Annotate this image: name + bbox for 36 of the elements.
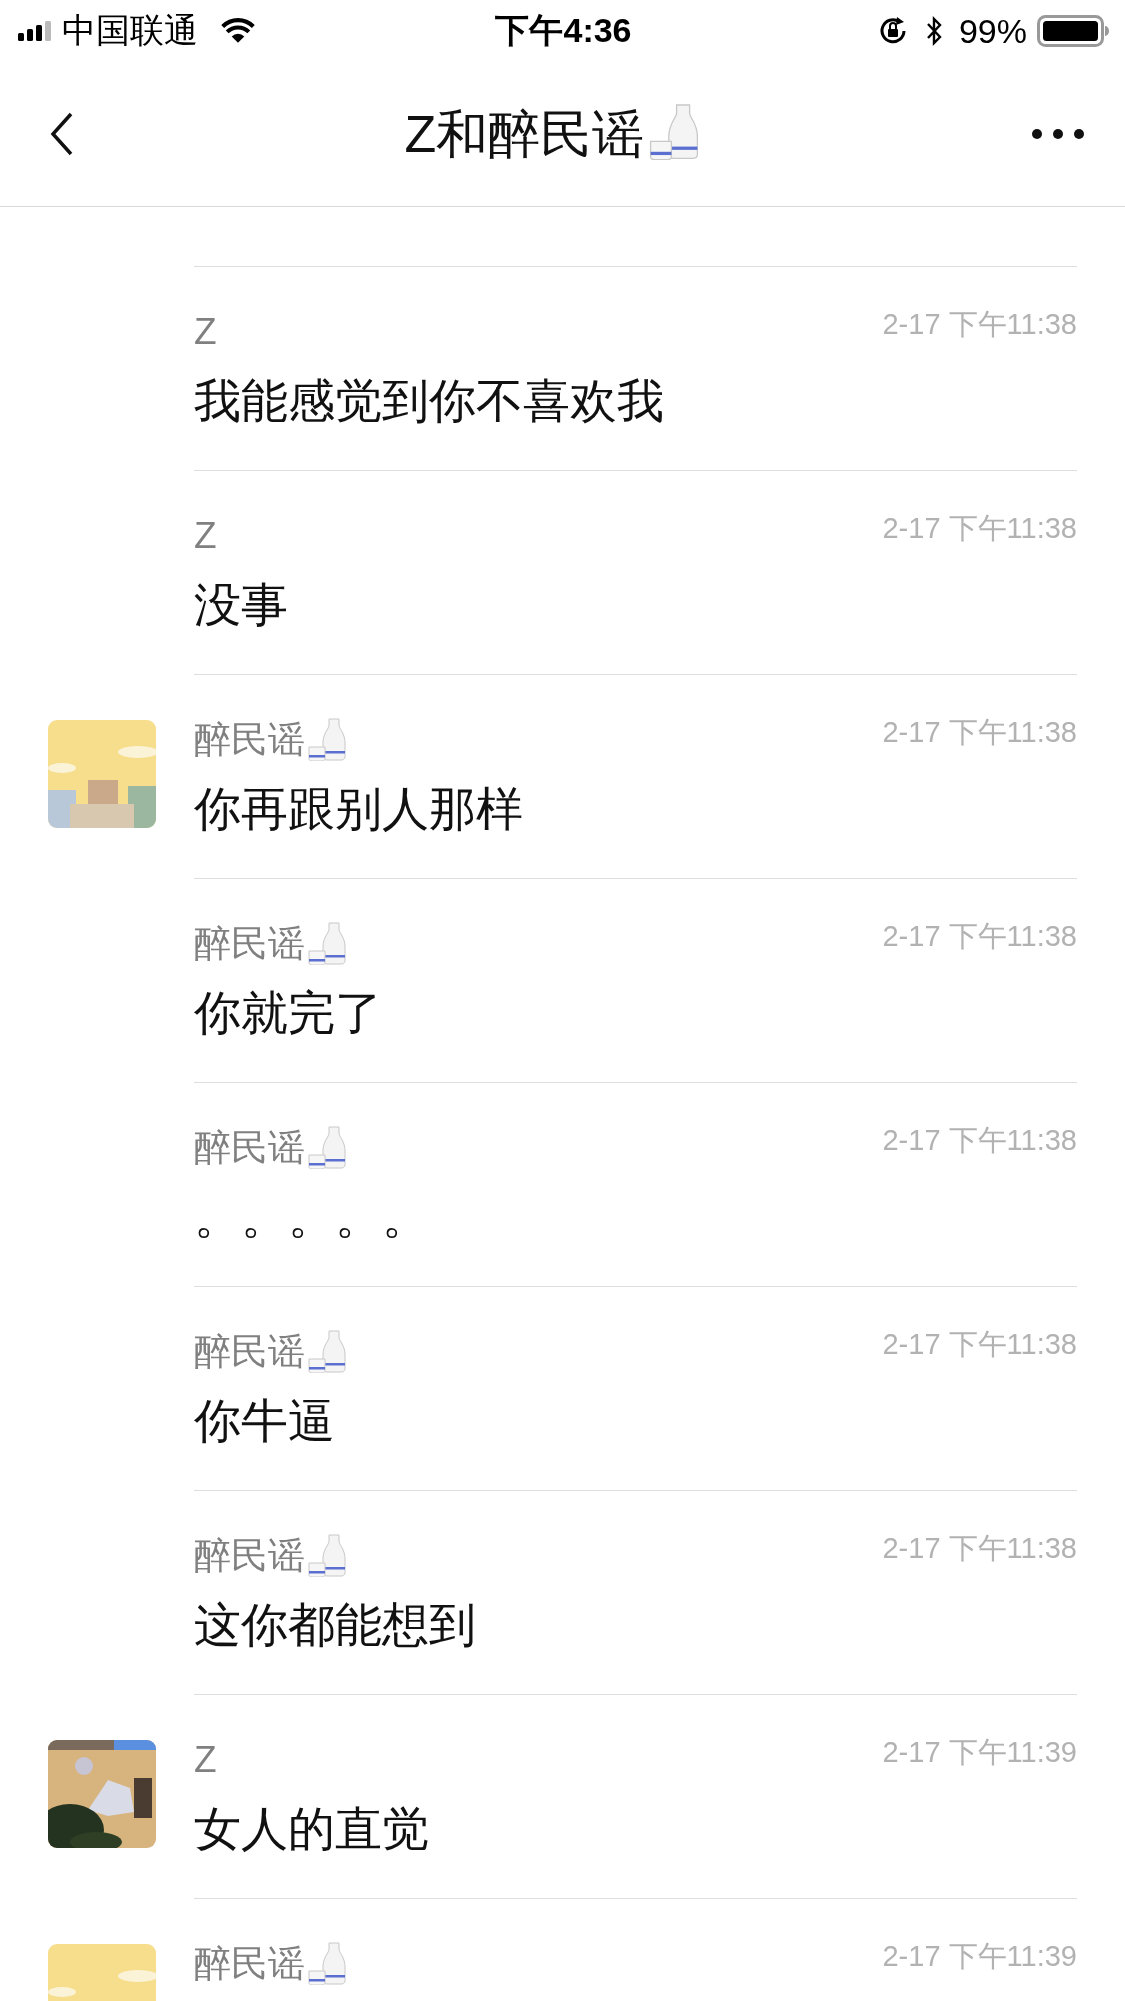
sender-name: Z <box>194 310 217 354</box>
message-time: 2-17 下午11:38 <box>882 1531 1077 1566</box>
carrier-name: 中国联通 <box>62 10 198 51</box>
sender-name: 醉民谣 <box>194 922 305 966</box>
sender-name: 醉民谣 <box>194 1126 305 1170</box>
sender-name: 醉民谣 <box>194 1534 305 1578</box>
message-text: 没事 <box>194 577 289 633</box>
message-text: 你就完了 <box>194 985 383 1041</box>
message-text: 这你都能想到 <box>194 1597 477 1653</box>
status-time: 下午4:36 <box>495 10 632 51</box>
chat-title: Z和醉民谣 <box>404 104 645 165</box>
sender-name: 醉民谣 <box>194 1330 305 1374</box>
more-icon[interactable] <box>1031 128 1085 140</box>
message-text: 你再跟别人那样 <box>194 781 524 837</box>
message-time: 2-17 下午11:39 <box>882 1735 1077 1770</box>
message-time: 2-17 下午11:38 <box>882 511 1077 546</box>
message-time: 2-17 下午11:38 <box>882 715 1077 750</box>
bluetooth-icon <box>924 16 943 46</box>
back-icon[interactable] <box>50 111 74 157</box>
sender-name: Z <box>194 1738 217 1782</box>
message-time: 2-17 下午11:39 <box>882 1939 1077 1974</box>
message-text: 女人的直觉 <box>194 1801 430 1857</box>
wifi-icon <box>220 17 256 45</box>
battery-icon <box>1037 15 1109 47</box>
message-time: 2-17 下午11:38 <box>882 1123 1077 1158</box>
message-time: 2-17 下午11:38 <box>882 919 1077 954</box>
message-text: 你牛逼 <box>194 1393 336 1449</box>
signal-icon <box>18 21 52 41</box>
sender-name: Z <box>194 514 217 558</box>
battery-percent: 99% <box>958 11 1027 51</box>
sender-name: 醉民谣 <box>194 1942 305 1986</box>
sender-name: 醉民谣 <box>194 718 305 762</box>
message-time: 2-17 下午11:38 <box>882 1327 1077 1362</box>
message-time: 2-17 下午11:38 <box>882 307 1077 342</box>
message-text: 我能感觉到你不喜欢我 <box>194 373 665 429</box>
message-text: 。。。。。 <box>194 1189 430 1245</box>
